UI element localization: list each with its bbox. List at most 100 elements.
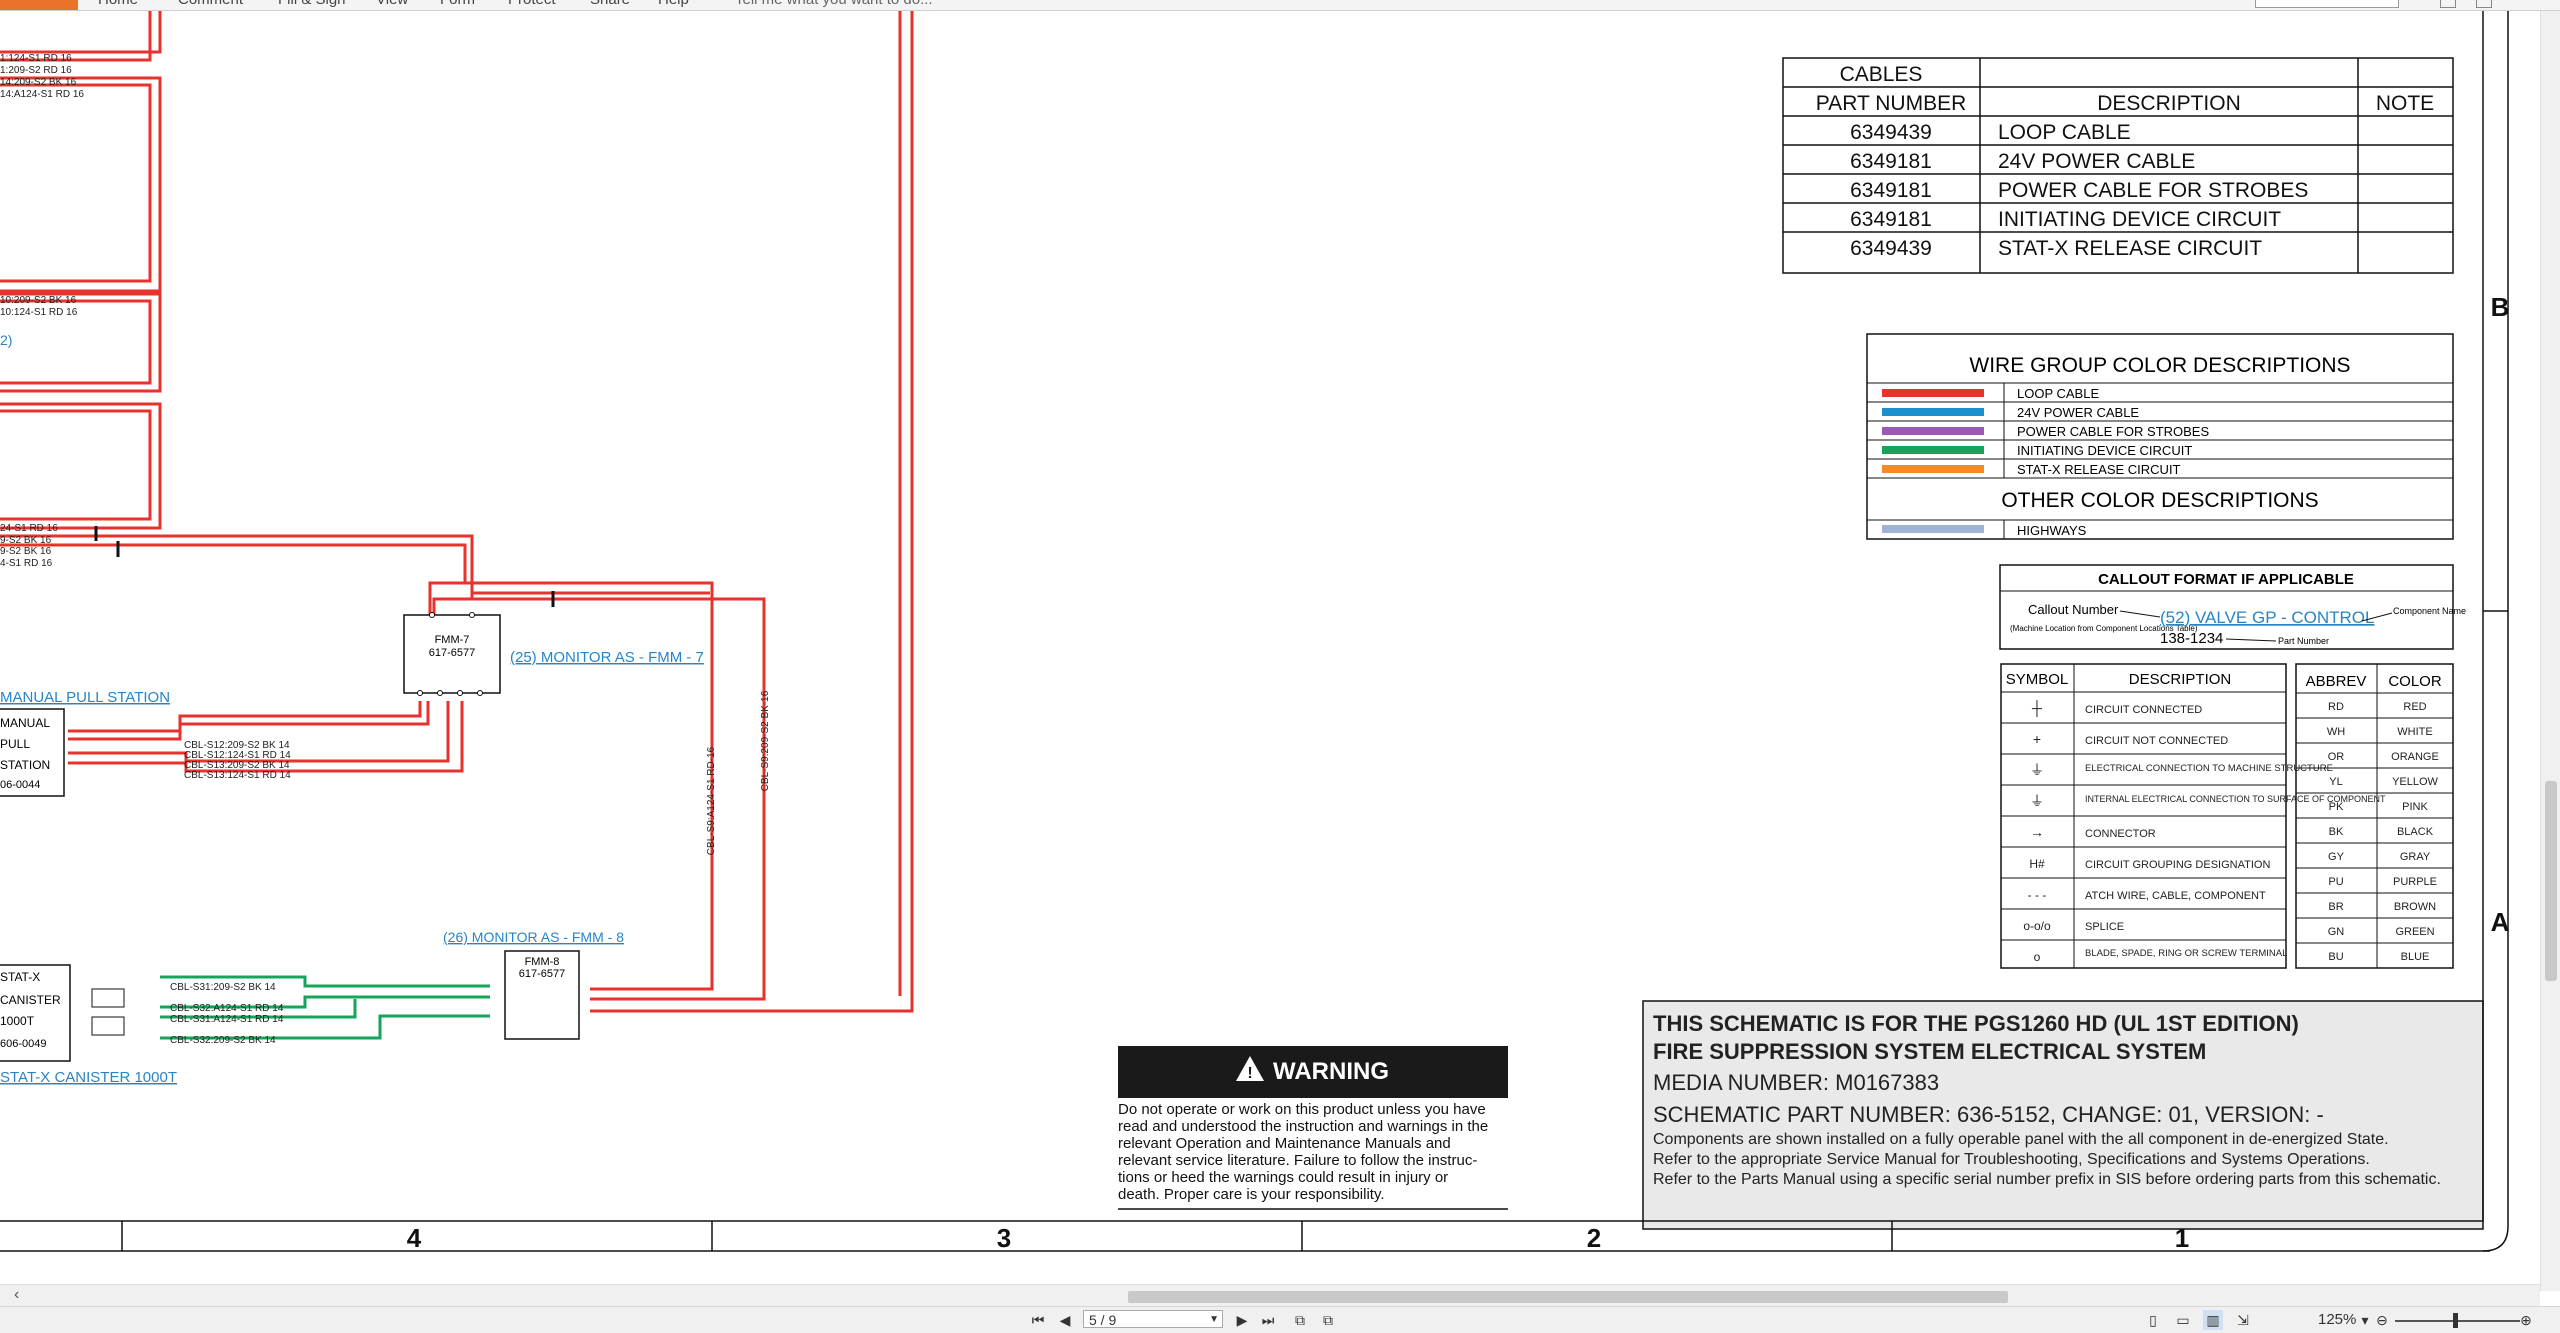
svg-text:138-1234: 138-1234 [2160, 630, 2223, 647]
search-input[interactable] [2255, 0, 2399, 8]
svg-text:6349181: 6349181 [1850, 150, 1932, 173]
svg-text:⏚: ⏚ [2030, 793, 2044, 809]
first-page-icon[interactable]: ⏮ [1028, 1310, 1048, 1330]
page-number: 5 / 9 [1089, 1312, 1117, 1328]
svg-text:WH: WH [2327, 726, 2345, 738]
wire-label: 1:209-S2 RD 16 [0, 65, 72, 76]
svg-text:THIS SCHEMATIC IS FOR THE PGS1: THIS SCHEMATIC IS FOR THE PGS1260 HD (UL… [1653, 1011, 2299, 1036]
svg-text:DESCRIPTION: DESCRIPTION [2097, 92, 2241, 115]
wire-label: 10:209-S2 BK 16 [0, 295, 77, 306]
menu-protect[interactable]: Protect [508, 0, 556, 8]
svg-text:BLADE, SPADE, RING OR SCREW TE: BLADE, SPADE, RING OR SCREW TERMINAL [2085, 948, 2287, 959]
svg-text:MANUAL: MANUAL [0, 716, 50, 730]
minimize-button[interactable] [2440, 0, 2456, 8]
fmm-8-module: FMM-8 617-6577 [504, 950, 580, 1040]
statx-cable-labels: CBL-S31:209-S2 BK 14 CBL-S32:A124-S1 RD … [170, 982, 284, 1046]
duplicate-page-icon[interactable]: ⧉ [1318, 1310, 1338, 1330]
statx-callout-link[interactable]: STAT-X CANISTER 1000T [0, 1069, 177, 1086]
svg-text:606-0049: 606-0049 [0, 1038, 47, 1050]
svg-text:CBL-S32:A124-S1 RD 14: CBL-S32:A124-S1 RD 14 [170, 1003, 284, 1014]
manual-pull-callout-link[interactable]: MANUAL PULL STATION [0, 689, 170, 706]
tell-me-input[interactable]: Tell me what you want to do... [735, 0, 933, 8]
menu-view[interactable]: View [376, 0, 408, 8]
svg-text:ATCH WIRE, CABLE, COMPONENT: ATCH WIRE, CABLE, COMPONENT [2085, 890, 2266, 902]
svg-text:B: B [2491, 292, 2510, 322]
svg-text:CBL-S13:124-S1 RD 14: CBL-S13:124-S1 RD 14 [184, 770, 291, 781]
svg-text:BROWN: BROWN [2394, 901, 2436, 913]
title-block: THIS SCHEMATIC IS FOR THE PGS1260 HD (UL… [1642, 1000, 2484, 1230]
svg-text:A: A [2491, 907, 2510, 937]
svg-text:YELLOW: YELLOW [2392, 776, 2438, 788]
menu-comment[interactable]: Comment [178, 0, 243, 8]
svg-text:24V POWER CABLE: 24V POWER CABLE [1998, 150, 2195, 173]
svg-text:BK: BK [2329, 826, 2344, 838]
svg-text:LOOP CABLE: LOOP CABLE [1998, 121, 2131, 144]
svg-text:1: 1 [2175, 1223, 2189, 1253]
prev-page-icon[interactable]: ◀ [1055, 1310, 1075, 1330]
fmm-8-callout-link[interactable]: (26) MONITOR AS - FMM - 8 [443, 929, 624, 945]
cables-table-text: CABLES PART NUMBER DESCRIPTION NOTE 6349… [1816, 63, 2434, 260]
manual-pull-station: MANUAL PULL STATION 06-0044 [0, 708, 65, 797]
svg-text:4: 4 [407, 1223, 422, 1253]
loop-cable-swatch [1882, 389, 1984, 397]
svg-text:⏚: ⏚ [2030, 762, 2044, 778]
svg-text:BR: BR [2328, 901, 2343, 913]
svg-text:BU: BU [2328, 951, 2343, 963]
wire-label: 14:209-S2 BK 16 [0, 77, 77, 88]
svg-text:Components are shown installed: Components are shown installed on a full… [1653, 1131, 2389, 1148]
ribbon-toolbar: Home Comment Fill & Sign View Form Prote… [0, 0, 2560, 11]
svg-text:24V POWER CABLE: 24V POWER CABLE [2017, 405, 2139, 420]
svg-text:+: + [2033, 731, 2041, 747]
fmm-7-callout-link[interactable]: (25) MONITOR AS - FMM - 7 [510, 649, 704, 666]
last-page-icon[interactable]: ⏭ [1258, 1310, 1278, 1330]
scroll-left-icon[interactable]: ‹ [14, 1286, 19, 1304]
zoom-in-icon[interactable]: ⊕ [2516, 1310, 2536, 1330]
svg-text:6349181: 6349181 [1850, 208, 1932, 231]
strobe-power-swatch [1882, 427, 1984, 435]
svg-text:SYMBOL: SYMBOL [2006, 671, 2069, 688]
svg-text:Part Number: Part Number [2278, 636, 2329, 646]
svg-text:Callout Number: Callout Number [2028, 602, 2119, 617]
svg-text:Refer to the appropriate Servi: Refer to the appropriate Service Manual … [1653, 1151, 2370, 1168]
svg-text:GREEN: GREEN [2395, 926, 2434, 938]
svg-text:NOTE: NOTE [2376, 92, 2434, 115]
wire-label: 10:124-S1 RD 16 [0, 307, 78, 318]
menu-help[interactable]: Help [658, 0, 689, 8]
svg-text:INITIATING DEVICE CIRCUIT: INITIATING DEVICE CIRCUIT [1998, 208, 2281, 231]
horizontal-scroll-thumb[interactable] [1128, 1291, 2008, 1303]
page-number-field[interactable]: 5 / 9 ▼ [1083, 1310, 1223, 1328]
warning-title: WARNING [1273, 1058, 1389, 1085]
menu-home[interactable]: Home [98, 0, 138, 8]
next-page-icon[interactable]: ▶ [1232, 1310, 1252, 1330]
restore-button[interactable] [2476, 0, 2492, 8]
svg-text:PULL: PULL [0, 737, 30, 751]
wire-group-legend: WIRE GROUP COLOR DESCRIPTIONS LOOP CABLE… [1866, 333, 2454, 540]
svg-text:GY: GY [2328, 851, 2345, 863]
menu-share[interactable]: Share [590, 0, 630, 8]
fmm-7-part: 617-6577 [429, 647, 476, 659]
svg-text:FIRE SUPPRESSION SYSTEM ELECTR: FIRE SUPPRESSION SYSTEM ELECTRICAL SYSTE… [1653, 1039, 2206, 1064]
copy-page-icon[interactable]: ⧉ [1290, 1310, 1310, 1330]
vertical-scrollbar[interactable] [2540, 11, 2560, 1291]
warning-box: ! WARNING Do not operate or work on this… [1118, 1046, 1508, 1210]
wire-label: 9-S2 BK 16 [0, 546, 52, 557]
zoom-out-icon[interactable]: ⊖ [2372, 1310, 2392, 1330]
file-tab[interactable] [0, 0, 78, 10]
wire-label: 24-S1 RD 16 [0, 523, 58, 534]
horizontal-scrollbar[interactable]: ‹ [0, 1284, 2540, 1307]
two-page-view-icon[interactable]: ▥ [2203, 1310, 2223, 1330]
single-page-view-icon[interactable]: ▯ [2143, 1310, 2163, 1330]
svg-text:06-0044: 06-0044 [0, 779, 40, 791]
svg-text:3: 3 [997, 1223, 1011, 1253]
menu-form[interactable]: Form [440, 0, 475, 8]
svg-text:SPLICE: SPLICE [2085, 921, 2124, 933]
zoom-slider-thumb[interactable] [2453, 1313, 2458, 1328]
continuous-view-icon[interactable]: ▭ [2173, 1310, 2193, 1330]
vertical-scroll-thumb[interactable] [2545, 781, 2557, 981]
svg-text:6349181: 6349181 [1850, 179, 1932, 202]
menu-fill-sign[interactable]: Fill & Sign [278, 0, 346, 8]
svg-text:POWER CABLE FOR STROBES: POWER CABLE FOR STROBES [2017, 424, 2209, 439]
fit-view-icon[interactable]: ⇲ [2233, 1310, 2253, 1330]
svg-text:Refer to the Parts Manual usin: Refer to the Parts Manual using a specif… [1653, 1171, 2441, 1188]
zoom-level[interactable]: 125% [2318, 1310, 2356, 1330]
